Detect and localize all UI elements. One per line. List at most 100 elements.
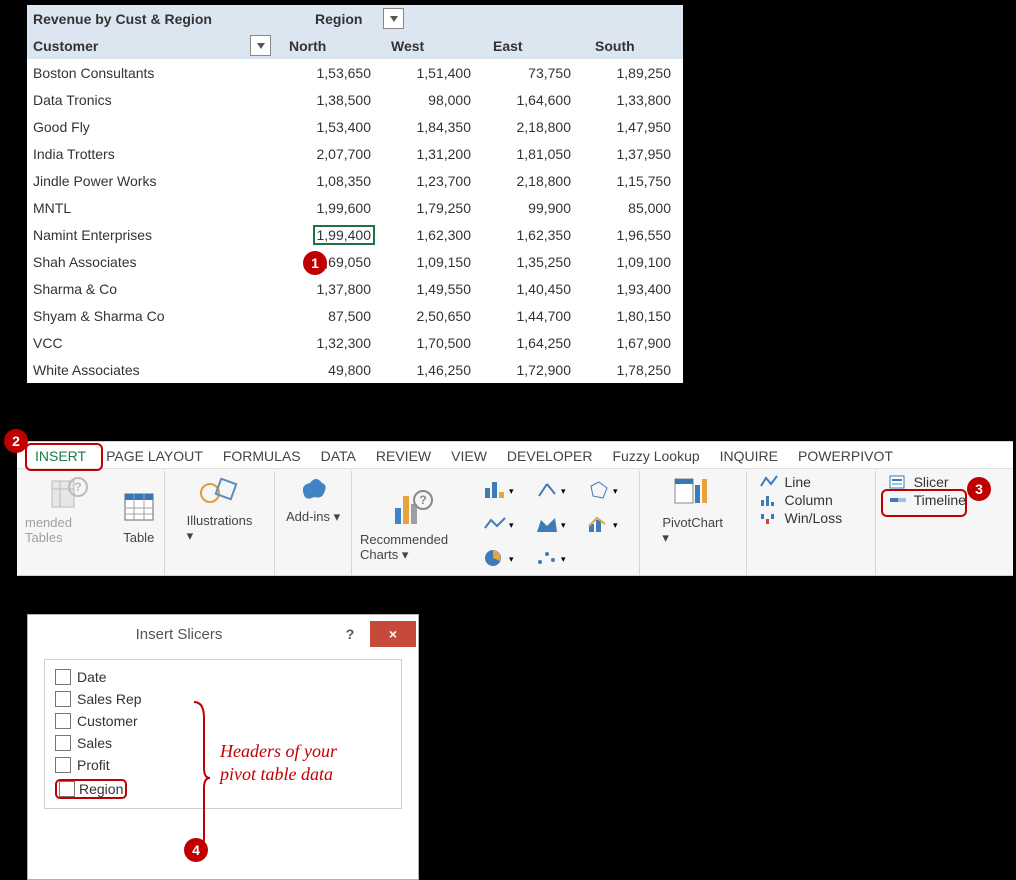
table-row: VCC1,32,3001,70,5001,64,2501,67,900 bbox=[27, 329, 683, 356]
callout-1: 1 bbox=[303, 251, 327, 275]
customer-cell: Namint Enterprises bbox=[27, 227, 283, 243]
value-cell[interactable]: 1,93,400 bbox=[583, 281, 683, 297]
tab-inquire[interactable]: INQUIRE bbox=[710, 444, 788, 468]
customer-cell: White Associates bbox=[27, 362, 283, 378]
value-cell[interactable]: 1,47,950 bbox=[583, 119, 683, 135]
value-cell[interactable]: 1,08,350 bbox=[283, 173, 383, 189]
combo-chart-icon[interactable]: ▾ bbox=[579, 509, 627, 539]
value-cell[interactable]: 1,81,050 bbox=[483, 146, 583, 162]
table-row: Namint Enterprises1,99,4001,62,3001,62,3… bbox=[27, 221, 683, 248]
value-cell[interactable]: 1,53,650 bbox=[283, 65, 383, 81]
value-cell[interactable]: 1,32,300 bbox=[283, 335, 383, 351]
value-cell[interactable]: 2,18,800 bbox=[483, 173, 583, 189]
tab-data[interactable]: DATA bbox=[311, 444, 366, 468]
tab-fuzzy-lookup[interactable]: Fuzzy Lookup bbox=[603, 444, 710, 468]
scatter-chart-icon[interactable]: ▾ bbox=[527, 543, 575, 573]
value-cell[interactable]: 2,07,700 bbox=[283, 146, 383, 162]
tab-developer[interactable]: DEVELOPER bbox=[497, 444, 603, 468]
value-cell[interactable]: 1,49,550 bbox=[383, 281, 483, 297]
checkbox-icon[interactable] bbox=[55, 691, 71, 707]
customer-cell: Shah Associates bbox=[27, 254, 283, 270]
pivotchart-button[interactable]: PivotChart▾ bbox=[662, 473, 723, 546]
radar-chart-icon[interactable]: ▾ bbox=[579, 475, 627, 505]
value-cell[interactable]: 1,37,800 bbox=[283, 281, 383, 297]
value-cell[interactable]: 49,800 bbox=[283, 362, 383, 378]
area-chart-icon[interactable]: ▾ bbox=[527, 509, 575, 539]
dialog-close-button[interactable]: × bbox=[370, 621, 416, 647]
value-cell[interactable]: 2,69,050 bbox=[283, 254, 383, 270]
value-cell[interactable]: 1,99,400 bbox=[283, 225, 383, 245]
value-cell[interactable]: 1,46,250 bbox=[383, 362, 483, 378]
value-cell[interactable]: 1,62,300 bbox=[383, 227, 483, 243]
checkbox-icon[interactable] bbox=[55, 735, 71, 751]
value-cell[interactable]: 1,62,350 bbox=[483, 227, 583, 243]
value-cell[interactable]: 2,50,650 bbox=[383, 308, 483, 324]
sparkline-column-button[interactable]: Column bbox=[755, 491, 837, 509]
value-cell[interactable]: 1,67,900 bbox=[583, 335, 683, 351]
value-cell[interactable]: 1,09,150 bbox=[383, 254, 483, 270]
slicer-field-row[interactable]: Date bbox=[53, 666, 393, 688]
value-cell[interactable]: 99,900 bbox=[483, 200, 583, 216]
tab-powerpivot[interactable]: POWERPIVOT bbox=[788, 444, 903, 468]
stock-chart-icon[interactable]: ▾ bbox=[527, 475, 575, 505]
value-cell[interactable]: 1,64,250 bbox=[483, 335, 583, 351]
region-filter-dropdown[interactable] bbox=[383, 8, 404, 29]
slicer-field-row[interactable]: Sales Rep bbox=[53, 688, 393, 710]
value-cell[interactable]: 2,18,800 bbox=[483, 119, 583, 135]
line-chart-icon[interactable]: ▾ bbox=[475, 509, 523, 539]
value-cell[interactable]: 1,38,500 bbox=[283, 92, 383, 108]
value-cell[interactable]: 1,78,250 bbox=[583, 362, 683, 378]
value-cell[interactable]: 1,53,400 bbox=[283, 119, 383, 135]
value-cell[interactable]: 1,79,250 bbox=[383, 200, 483, 216]
dialog-help-button[interactable]: ? bbox=[330, 626, 370, 642]
field-label: Region bbox=[79, 781, 123, 797]
column-header-north: North bbox=[277, 38, 377, 54]
checkbox-icon[interactable] bbox=[55, 757, 71, 773]
sparkline-winloss-button[interactable]: Win/Loss bbox=[755, 509, 847, 527]
customer-filter-dropdown[interactable] bbox=[250, 35, 271, 56]
checkbox-icon[interactable] bbox=[55, 669, 71, 685]
value-cell[interactable]: 1,35,250 bbox=[483, 254, 583, 270]
slicer-field-row[interactable]: Customer bbox=[53, 710, 393, 732]
table-row: Shah Associates2,69,0501,09,1501,35,2501… bbox=[27, 248, 683, 275]
bar-chart-icon[interactable]: ▾ bbox=[475, 475, 523, 505]
tab-view[interactable]: VIEW bbox=[441, 444, 497, 468]
value-cell[interactable]: 1,96,550 bbox=[583, 227, 683, 243]
value-cell[interactable]: 1,31,200 bbox=[383, 146, 483, 162]
pie-chart-icon[interactable]: ▾ bbox=[475, 543, 523, 573]
value-cell[interactable]: 1,44,700 bbox=[483, 308, 583, 324]
value-cell[interactable]: 1,09,100 bbox=[583, 254, 683, 270]
value-cell[interactable]: 1,89,250 bbox=[583, 65, 683, 81]
value-cell[interactable]: 1,70,500 bbox=[383, 335, 483, 351]
value-cell[interactable]: 1,72,900 bbox=[483, 362, 583, 378]
recommended-charts-icon: ? bbox=[389, 486, 435, 530]
pivot-title: Revenue by Cust & Region bbox=[27, 11, 315, 27]
recommended-charts-button[interactable]: ? Recommended Charts ▾ bbox=[360, 486, 465, 563]
shapes-icon bbox=[196, 473, 242, 511]
value-cell[interactable]: 1,84,350 bbox=[383, 119, 483, 135]
addins-button[interactable]: Add-ins ▾ bbox=[286, 473, 340, 525]
table-button[interactable]: Table bbox=[122, 488, 156, 545]
tab-page-layout[interactable]: PAGE LAYOUT bbox=[96, 444, 213, 468]
illustrations-button[interactable]: Illustrations▾ bbox=[187, 473, 253, 544]
tab-review[interactable]: REVIEW bbox=[366, 444, 441, 468]
value-cell[interactable]: 1,51,400 bbox=[383, 65, 483, 81]
sparkline-line-button[interactable]: Line bbox=[755, 473, 815, 491]
value-cell[interactable]: 1,99,600 bbox=[283, 200, 383, 216]
recommended-tables-button[interactable]: ? mended Tables bbox=[25, 473, 112, 545]
value-cell[interactable]: 1,33,800 bbox=[583, 92, 683, 108]
value-cell[interactable]: 1,40,450 bbox=[483, 281, 583, 297]
value-cell[interactable]: 87,500 bbox=[283, 308, 383, 324]
tab-formulas[interactable]: FORMULAS bbox=[213, 444, 311, 468]
checkbox-icon[interactable] bbox=[55, 713, 71, 729]
value-cell[interactable]: 73,750 bbox=[483, 65, 583, 81]
value-cell[interactable]: 85,000 bbox=[583, 200, 683, 216]
checkbox-icon[interactable] bbox=[59, 781, 75, 797]
svg-text:?: ? bbox=[75, 480, 82, 494]
value-cell[interactable]: 98,000 bbox=[383, 92, 483, 108]
value-cell[interactable]: 1,64,600 bbox=[483, 92, 583, 108]
value-cell[interactable]: 1,37,950 bbox=[583, 146, 683, 162]
value-cell[interactable]: 1,23,700 bbox=[383, 173, 483, 189]
value-cell[interactable]: 1,15,750 bbox=[583, 173, 683, 189]
value-cell[interactable]: 1,80,150 bbox=[583, 308, 683, 324]
